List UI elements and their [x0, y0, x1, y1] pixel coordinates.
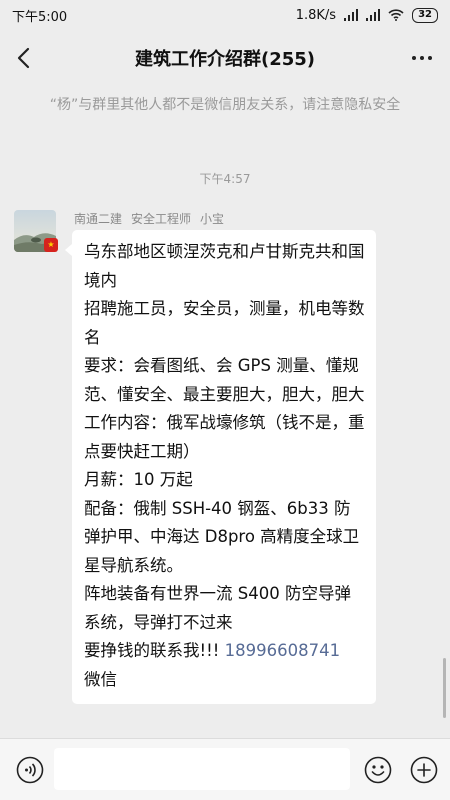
- message-line: 乌东部地区顿涅茨克和卢甘斯克共和国境内: [84, 242, 365, 290]
- back-arrow-icon[interactable]: [14, 46, 36, 70]
- status-indicators: 1.8K/s 32: [295, 7, 438, 23]
- signal-icon-2: [366, 9, 381, 21]
- privacy-notice: “杨”与群里其他人都不是微信朋友关系，请注意隐私安全: [49, 97, 401, 113]
- message-line: 月薪：10 万起: [84, 470, 193, 489]
- chat-header: 建筑工作介绍群(255): [0, 30, 450, 86]
- chat-title: 建筑工作介绍群(255): [134, 49, 316, 70]
- battery-icon: 32: [412, 7, 438, 23]
- message-line: 工作内容：俄军战壕修筑（钱不是，重点要快赶工期）: [84, 413, 365, 461]
- message-line: 要求：会看图纸、会 GPS 测量、懂规范、懂安全、最主要胆大，胆大，胆大: [84, 356, 365, 404]
- net-speed: 1.8K/s: [295, 7, 337, 23]
- contact-suffix: 微信: [84, 669, 117, 689]
- wifi-icon: [388, 9, 404, 21]
- message-line: 阵地装备有世界一流 S400 防空导弹系统，导弹打不过来: [84, 584, 351, 632]
- emoji-icon[interactable]: [364, 756, 392, 784]
- phone-number-link[interactable]: 18996608741: [225, 641, 340, 660]
- contact-prefix: 要挣钱的联系我!!!: [84, 641, 225, 660]
- plus-icon[interactable]: [410, 756, 438, 784]
- message-line: 配备：俄制 SSH-40 钢盔、6b33 防弹护甲、中海达 D8pro 高精度全…: [84, 498, 360, 575]
- status-bar: 下午5:00 1.8K/s 32: [0, 0, 450, 30]
- sender-nickname: 小宝: [200, 212, 225, 226]
- sender-company: 南通二建: [74, 212, 123, 226]
- message-line: 招聘施工员，安全员，测量，机电等数名: [84, 299, 365, 347]
- voice-icon[interactable]: [16, 756, 44, 784]
- sender-name: 南通二建 安全工程师 小宝: [74, 210, 224, 227]
- message-bubble[interactable]: 乌东部地区顿涅茨克和卢甘斯克共和国境内 招聘施工员，安全员，测量，机电等数名 要…: [65, 230, 376, 704]
- time-divider: 下午4:57: [199, 172, 251, 186]
- message-input[interactable]: [54, 748, 350, 790]
- signal-icon: [344, 9, 359, 21]
- message-contact-line: 要挣钱的联系我!!! 18996608741 微信: [84, 637, 366, 694]
- flag-badge-icon: ★: [44, 238, 58, 252]
- input-bar: [0, 738, 450, 800]
- more-options-icon[interactable]: [412, 56, 432, 60]
- status-time: 下午5:00: [12, 9, 68, 25]
- scrollbar[interactable]: [443, 658, 446, 718]
- sender-title: 安全工程师: [131, 212, 192, 226]
